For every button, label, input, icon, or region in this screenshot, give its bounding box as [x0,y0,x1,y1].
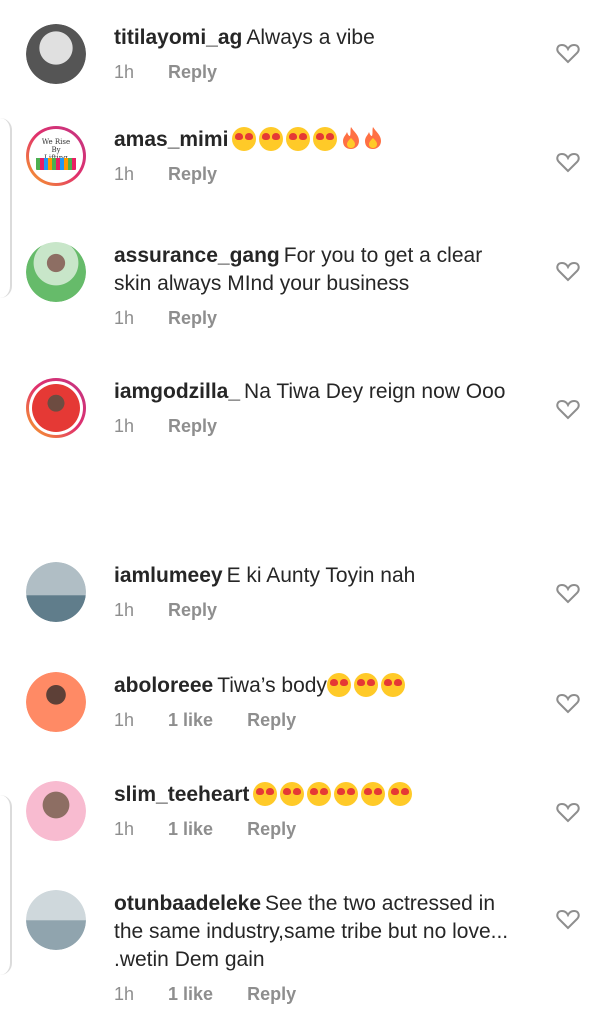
comment-username[interactable]: iamlumeey [114,564,223,587]
comment-text: Always a vibe [246,26,375,49]
avatar[interactable] [26,672,86,732]
comment-time: 1h [114,710,135,730]
heart-outline-icon[interactable] [556,151,580,173]
comment-time: 1h [114,984,135,1004]
heart-outline-icon[interactable] [556,260,580,282]
heart-eyes-emoji [232,127,257,151]
avatar[interactable]: We Rise By Lifting Others [26,126,86,186]
comment-time: 1h [114,164,135,184]
heart-eyes-emoji [280,782,305,806]
avatar[interactable] [26,562,86,622]
comment-username[interactable]: otunbaadeleke [114,892,261,915]
comment-time: 1h [114,416,135,436]
heart-outline-icon[interactable] [556,692,580,714]
comment-time: 1h [114,600,135,620]
heart-eyes-emoji [334,782,359,806]
comment-username[interactable]: titilayomi_ag [114,26,242,49]
heart-outline-icon[interactable] [556,582,580,604]
heart-eyes-emoji [353,673,378,697]
reply-button[interactable]: Reply [247,819,296,840]
heart-eyes-emoji [380,673,405,697]
heart-outline-icon[interactable] [556,398,580,420]
avatar[interactable] [26,890,86,950]
avatar[interactable] [26,781,86,841]
heart-eyes-emoji [388,782,413,806]
comment-username[interactable]: aboloreee [114,674,213,697]
comment-text: Na Tiwa Dey reign now Ooo [244,380,506,403]
heart-eyes-emoji [259,127,284,151]
avatar[interactable] [26,24,86,84]
heart-eyes-emoji [326,673,351,697]
heart-outline-icon[interactable] [556,42,580,64]
comment-username[interactable]: slim_teeheart [114,783,249,806]
likes-count[interactable]: 1 like [168,710,213,731]
reply-button[interactable]: Reply [168,62,217,83]
heart-eyes-emoji [361,782,386,806]
heart-outline-icon[interactable] [556,908,580,930]
thread-line [0,118,12,298]
heart-eyes-emoji [286,127,311,151]
heart-eyes-emoji [313,127,338,151]
reply-button[interactable]: Reply [247,710,296,731]
heart-eyes-emoji [307,782,332,806]
fire-emoji [365,127,382,149]
heart-outline-icon[interactable] [556,801,580,823]
reply-button[interactable]: Reply [168,416,217,437]
likes-count[interactable]: 1 like [168,819,213,840]
heart-eyes-emoji [253,782,278,806]
likes-count[interactable]: 1 like [168,984,213,1005]
comment-username[interactable]: amas_mimi [114,128,228,151]
reply-button[interactable]: Reply [168,164,217,185]
thread-line [0,795,12,975]
reply-button[interactable]: Reply [168,600,217,621]
comment-username[interactable]: iamgodzilla_ [114,380,240,403]
reply-button[interactable]: Reply [247,984,296,1005]
comment-time: 1h [114,819,135,839]
avatar[interactable] [26,242,86,302]
comment-time: 1h [114,62,135,82]
fire-emoji [343,127,360,149]
comment-username[interactable]: assurance_gang [114,244,280,267]
avatar[interactable] [26,378,86,438]
comment-text: Tiwa’s body [217,674,327,697]
comment-text: E ki Aunty Toyin nah [226,564,416,587]
comment-time: 1h [114,308,135,328]
reply-button[interactable]: Reply [168,308,217,329]
